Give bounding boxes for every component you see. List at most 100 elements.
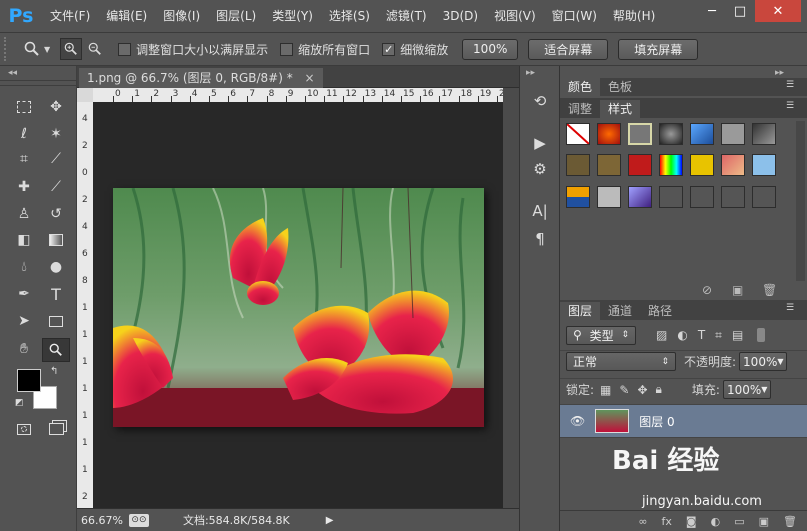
style-swatch[interactable] (752, 154, 776, 176)
layer-name[interactable]: 图层 0 (639, 413, 674, 430)
panel-menu-icon[interactable]: ☰ (786, 80, 794, 90)
minimize-button[interactable]: ─ (698, 0, 726, 22)
magic-wand-tool-icon[interactable]: ✶ (44, 123, 68, 145)
collapse-panels-icon[interactable]: ▸▸ (775, 68, 784, 78)
opacity-input[interactable]: 100% ▼ (739, 352, 788, 371)
lock-all-icon[interactable]: 🔒︎ (656, 382, 662, 397)
blur-tool-icon[interactable]: 💧︎ (12, 256, 36, 278)
fit-screen-button[interactable]: 适合屏幕 (528, 38, 609, 60)
canvas-area[interactable] (93, 102, 503, 508)
eraser-tool-icon[interactable]: ◧ (12, 229, 36, 251)
history-brush-tool-icon[interactable]: ↺ (44, 203, 68, 225)
close-window-button[interactable]: ✕ (755, 0, 801, 22)
style-swatch[interactable] (597, 123, 621, 145)
tab-channels[interactable]: 通道 (600, 302, 640, 320)
filter-smart-object-icon[interactable]: ▤ (732, 328, 743, 342)
style-swatch[interactable] (659, 186, 683, 208)
style-swatch[interactable] (597, 154, 621, 176)
filter-adjustment-icon[interactable]: ◐ (677, 328, 687, 342)
tool-preset-picker[interactable]: ▼ (24, 41, 50, 57)
collapse-arrows-icon[interactable]: ◂◂ (8, 68, 17, 78)
rectangle-tool-icon[interactable] (44, 310, 68, 332)
blend-mode-select[interactable]: 正常 ⇕ (566, 352, 676, 371)
zoom-out-button[interactable] (84, 38, 106, 60)
filter-type-icon[interactable]: T (698, 328, 705, 342)
dodge-tool-icon[interactable]: ● (44, 256, 68, 278)
menu-edit[interactable]: 编辑(E) (98, 0, 155, 32)
clone-stamp-tool-icon[interactable]: ♙ (12, 203, 36, 225)
hand-tool-icon[interactable]: ✋︎ (12, 338, 36, 360)
lock-transparent-icon[interactable]: ▦ (600, 383, 611, 397)
menu-window[interactable]: 窗口(W) (544, 0, 605, 32)
tab-color[interactable]: 颜色 (560, 78, 601, 96)
layer-filter-kind[interactable]: ⚲ 类型 ⇕ (566, 325, 636, 345)
share-icon[interactable]: ⊙⊙ (128, 513, 149, 527)
style-swatch[interactable] (690, 154, 714, 176)
history-panel-icon[interactable]: ⟲ (529, 90, 551, 112)
style-swatch[interactable] (721, 186, 745, 208)
style-swatch[interactable] (752, 186, 776, 208)
layer-row[interactable]: 👁︎ 图层 0 (560, 404, 807, 438)
properties-panel-icon[interactable]: ⚙︎ (529, 158, 551, 180)
style-swatch[interactable] (628, 186, 652, 208)
fill-screen-button[interactable]: 填充屏幕 (618, 38, 699, 60)
actual-pixels-button[interactable]: 100% (462, 38, 519, 60)
ruler-horizontal[interactable]: 01234567891011121314151617181920 (93, 88, 503, 102)
quick-mask-icon[interactable] (12, 418, 36, 440)
status-menu-arrow-icon[interactable]: ▶ (326, 515, 334, 526)
menu-select[interactable]: 选择(S) (321, 0, 378, 32)
resize-windows-checkbox[interactable]: 调整窗口大小以满屏显示 (118, 41, 268, 58)
type-tool-icon[interactable]: T (44, 283, 68, 305)
chevron-down-icon[interactable]: ▼ (761, 385, 767, 394)
eyedropper-tool-icon[interactable]: ⟋ (44, 148, 68, 170)
tab-styles[interactable]: 样式 (600, 100, 641, 118)
lock-image-icon[interactable]: ✎ (619, 383, 629, 397)
style-swatch[interactable] (597, 186, 621, 208)
panel-menu-icon[interactable]: ☰ (786, 101, 794, 111)
styles-scrollbar[interactable] (796, 121, 805, 281)
tab-adjustments[interactable]: 调整 (560, 100, 600, 118)
default-colors-icon[interactable]: ◩ (15, 398, 24, 408)
style-swatch[interactable] (628, 123, 652, 145)
style-swatch[interactable] (690, 186, 714, 208)
menu-filter[interactable]: 滤镜(T) (378, 0, 435, 32)
pen-tool-icon[interactable]: ✒︎ (12, 283, 36, 305)
paragraph-panel-icon[interactable]: ¶ (529, 228, 551, 250)
ruler-vertical[interactable]: 4 2 0 2 4 6 8 1 1 1 1 1 1 1 2 (77, 102, 93, 508)
ruler-origin[interactable] (77, 88, 93, 102)
new-group-icon[interactable]: ▭ (734, 515, 744, 528)
lock-position-icon[interactable]: ✥ (637, 383, 647, 397)
add-mask-icon[interactable]: ◙ (686, 515, 697, 528)
layers-menu-icon[interactable]: ☰ (786, 303, 794, 313)
style-swatch[interactable] (721, 154, 745, 176)
style-swatch[interactable] (628, 154, 652, 176)
menu-type[interactable]: 类型(Y) (264, 0, 321, 32)
fx-icon[interactable]: fx (662, 515, 672, 528)
zoom-tool-icon[interactable] (42, 338, 70, 362)
menu-image[interactable]: 图像(I) (155, 0, 208, 32)
menu-3d[interactable]: 3D(D) (435, 0, 486, 32)
zoom-level[interactable]: 66.67% (81, 514, 123, 527)
tab-paths[interactable]: 路径 (640, 302, 680, 320)
delete-layer-icon[interactable]: 🗑︎ (783, 515, 797, 528)
options-grip[interactable] (4, 37, 12, 61)
path-selection-tool-icon[interactable]: ➤ (12, 310, 36, 332)
link-layers-icon[interactable]: ∞ (638, 515, 647, 528)
marquee-tool-icon[interactable] (12, 96, 36, 118)
adjustment-layer-icon[interactable]: ◐ (711, 515, 721, 528)
filter-toggle[interactable] (757, 328, 766, 342)
character-panel-icon[interactable]: A| (529, 200, 551, 222)
style-swatch[interactable] (721, 123, 745, 145)
new-style-icon[interactable]: ▣ (732, 283, 743, 297)
brush-tool-icon[interactable]: ⟋ (44, 176, 68, 198)
swap-colors-icon[interactable]: ↰ (50, 366, 58, 377)
new-layer-icon[interactable]: ▣ (759, 515, 769, 528)
move-tool-icon[interactable]: ✥ (44, 96, 68, 118)
style-swatch[interactable] (690, 123, 714, 145)
vertical-scrollbar[interactable] (503, 88, 519, 508)
chevron-down-icon[interactable]: ▼ (777, 357, 783, 366)
crop-tool-icon[interactable]: ⌗ (12, 148, 36, 170)
lasso-tool-icon[interactable]: ℓ (12, 123, 36, 145)
style-swatch[interactable] (566, 154, 590, 176)
style-none-swatch[interactable] (566, 123, 590, 145)
